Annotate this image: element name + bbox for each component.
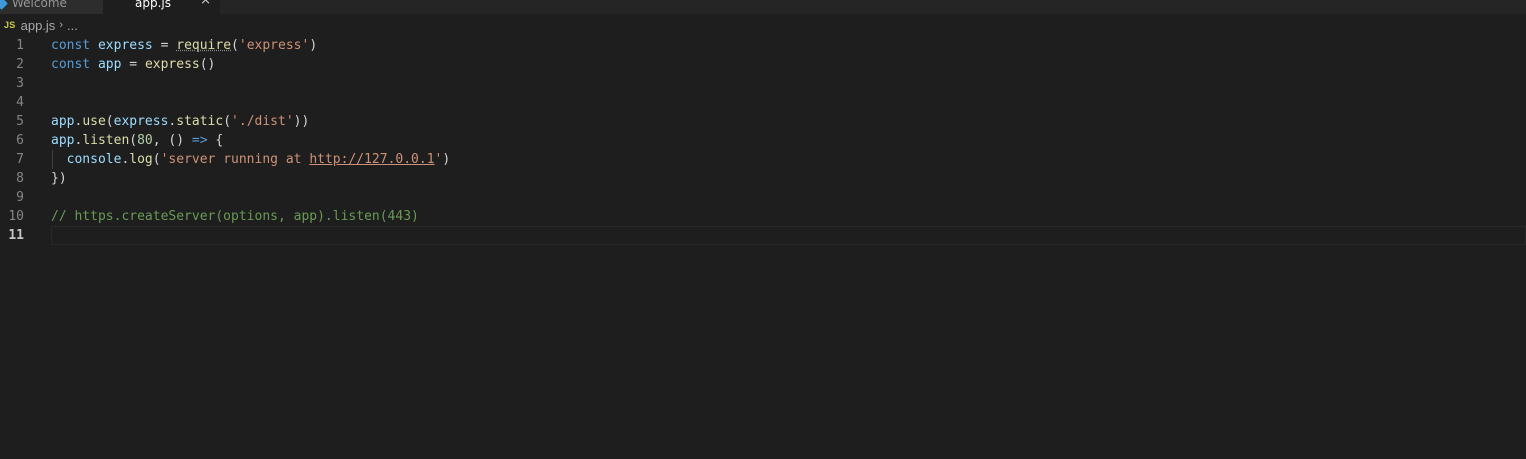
code-text: }) xyxy=(51,169,67,188)
code-text: app.use(express.static('./dist')) xyxy=(51,112,309,131)
code-token: app xyxy=(51,133,75,148)
breadcrumb-symbols[interactable]: ... xyxy=(67,18,78,33)
code-token: }) xyxy=(51,171,67,186)
code-token: './dist' xyxy=(231,114,294,129)
code-token: const xyxy=(51,57,91,72)
code-token: ( xyxy=(231,38,239,53)
code-token: ( xyxy=(152,152,161,167)
code-line[interactable]: 3 xyxy=(0,74,1526,93)
line-number: 10 xyxy=(8,209,24,224)
line-number: 6 xyxy=(16,133,24,148)
line-number: 7 xyxy=(16,152,24,167)
line-number: 1 xyxy=(16,38,24,53)
tab-label: app.js xyxy=(135,0,171,10)
code-token: )) xyxy=(293,114,310,129)
code-token: => xyxy=(191,133,208,148)
tab-app-js[interactable]: app.js × xyxy=(103,0,220,14)
code-token: app xyxy=(51,114,75,129)
code-line[interactable]: 10 // https.createServer(options, app).li… xyxy=(0,207,1526,226)
code-token: app xyxy=(97,57,122,72)
code-token: const xyxy=(51,38,91,53)
breadcrumb: JS app.js › ... xyxy=(0,14,1526,36)
code-line[interactable]: 4 xyxy=(0,93,1526,112)
code-token: 80 xyxy=(137,133,153,148)
code-token: ) xyxy=(309,38,318,53)
code-token: () xyxy=(199,57,216,72)
code-token: express xyxy=(97,38,153,53)
code-token: { xyxy=(207,133,224,148)
code-token: static xyxy=(176,114,224,129)
code-token: 'express' xyxy=(238,38,310,53)
code-line[interactable]: 7 console.log('server running at http://… xyxy=(0,150,1526,169)
code-token: = xyxy=(121,57,145,72)
code-token: express xyxy=(113,114,169,129)
code-text: console.log('server running at http://12… xyxy=(51,150,451,169)
code-text: // https.createServer(options, app).list… xyxy=(51,207,419,226)
code-token: = xyxy=(152,38,177,53)
tab-bar: Welcome app.js × xyxy=(0,0,1526,14)
tab-label: Welcome xyxy=(12,0,67,10)
breadcrumb-file[interactable]: app.js xyxy=(21,18,56,33)
line-number: 2 xyxy=(16,57,24,72)
code-token: express xyxy=(144,57,200,72)
code-token: 'server running at xyxy=(160,152,310,167)
code-line[interactable]: 1 const express = require('express') xyxy=(0,36,1526,55)
code-line[interactable]: 9 xyxy=(0,188,1526,207)
line-number: 11 xyxy=(8,228,24,243)
javascript-file-icon: JS xyxy=(4,20,16,30)
line-number: 5 xyxy=(16,114,24,129)
vscode-logo-icon xyxy=(0,0,8,10)
line-number: 9 xyxy=(16,190,24,205)
code-token: ( xyxy=(105,114,114,129)
code-token: console xyxy=(66,152,122,167)
code-line[interactable]: 2 const app = express() xyxy=(0,55,1526,74)
code-text: const express = require('express') xyxy=(51,36,317,55)
line-number: 8 xyxy=(16,171,24,186)
code-text: app.listen(80, () => { xyxy=(51,131,223,150)
code-line[interactable]: 11 xyxy=(0,226,1526,245)
code-token: listen xyxy=(82,133,130,148)
code-token: use xyxy=(82,114,106,129)
editor-window: Welcome app.js × JS app.js › ... 1 const … xyxy=(0,0,1526,459)
code-editor[interactable]: 1 const express = require('express') 2 cons… xyxy=(0,36,1526,459)
code-line[interactable]: 5 app.use(express.static('./dist')) xyxy=(0,112,1526,131)
code-token: ) xyxy=(442,152,451,167)
code-text: const app = express() xyxy=(51,55,215,74)
line-number: 3 xyxy=(16,76,24,91)
current-line-highlight xyxy=(51,226,1526,245)
code-token: log xyxy=(129,152,153,167)
code-line[interactable]: 8}) xyxy=(0,169,1526,188)
close-icon[interactable]: × xyxy=(200,0,211,8)
code-token[interactable]: http://127.0.0.1 xyxy=(309,152,434,167)
code-token: // https.createServer(options, app).list… xyxy=(51,209,419,224)
line-number: 4 xyxy=(16,95,24,110)
code-token: require xyxy=(176,38,232,53)
code-token: ( xyxy=(223,114,232,129)
code-token: ( xyxy=(129,133,138,148)
code-token: , () xyxy=(152,133,192,148)
chevron-right-icon: › xyxy=(59,19,63,31)
code-line[interactable]: 6 app.listen(80, () => { xyxy=(0,131,1526,150)
tab-welcome[interactable]: Welcome xyxy=(0,0,103,14)
